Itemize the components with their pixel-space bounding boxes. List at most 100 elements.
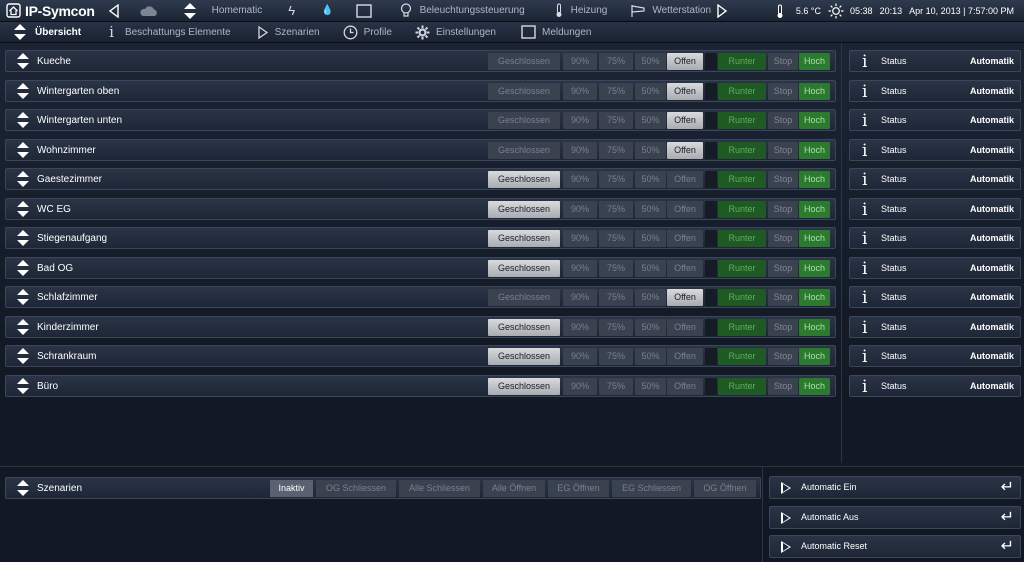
shade-p50-button[interactable]: 50%	[635, 377, 666, 395]
shade-open-button[interactable]: Offen	[667, 112, 703, 129]
forward-button[interactable]	[716, 0, 728, 22]
shade-p75-button[interactable]: 75%	[599, 289, 633, 306]
homematic-button[interactable]: Homematic	[182, 0, 262, 22]
shade-open-button[interactable]: Offen	[667, 82, 703, 100]
shade-p90-button[interactable]: 90%	[563, 230, 597, 247]
shade-p50-button[interactable]: 50%	[635, 259, 666, 277]
shade-open-button[interactable]: Offen	[667, 171, 703, 188]
scenario-button[interactable]: Inaktiv	[270, 480, 313, 497]
shade-down-button[interactable]: Runter	[718, 82, 766, 100]
drops-button[interactable]: 💧	[321, 0, 333, 22]
home-button[interactable]: IP-Symcon	[6, 0, 95, 22]
shade-stop-button[interactable]: Stop	[768, 318, 798, 336]
shade-open-button[interactable]: Offen	[667, 230, 703, 247]
shade-stop-button[interactable]: Stop	[768, 200, 798, 218]
shade-p75-button[interactable]: 75%	[599, 53, 633, 70]
tab-settings[interactable]: Einstellungen	[415, 22, 496, 43]
shade-p50-button[interactable]: 50%	[635, 318, 666, 336]
heating-button[interactable]: Heizung	[555, 0, 607, 22]
tab-overview[interactable]: Übersicht	[12, 22, 81, 43]
tab-scenarios[interactable]: Szenarien	[257, 22, 320, 43]
shade-stop-button[interactable]: Stop	[768, 82, 798, 100]
shade-closed-button[interactable]: Geschlossen	[488, 200, 560, 218]
automatic-button[interactable]: Automatic Aus ↵	[769, 505, 1021, 529]
shade-up-button[interactable]: Hoch	[799, 200, 830, 218]
shade-stop-button[interactable]: Stop	[768, 348, 798, 365]
shade-open-button[interactable]: Offen	[667, 377, 703, 395]
shade-down-button[interactable]: Runter	[718, 141, 766, 159]
shade-up-button[interactable]: Hoch	[799, 259, 830, 277]
shade-down-button[interactable]: Runter	[718, 289, 766, 306]
shade-open-button[interactable]: Offen	[667, 141, 703, 159]
weather-station-button[interactable]: Wetterstation	[630, 0, 711, 22]
updown-arrows-icon[interactable]	[15, 376, 31, 396]
shade-up-button[interactable]: Hoch	[799, 289, 830, 306]
shade-p50-button[interactable]: 50%	[635, 289, 666, 306]
shade-down-button[interactable]: Runter	[718, 112, 766, 129]
shade-open-button[interactable]: Offen	[667, 289, 703, 306]
shade-p90-button[interactable]: 90%	[563, 318, 597, 336]
shade-up-button[interactable]: Hoch	[799, 318, 830, 336]
shade-up-button[interactable]: Hoch	[799, 171, 830, 188]
updown-arrows-icon[interactable]	[15, 199, 31, 219]
shade-p90-button[interactable]: 90%	[563, 53, 597, 70]
shade-p90-button[interactable]: 90%	[563, 112, 597, 129]
shade-p90-button[interactable]: 90%	[563, 259, 597, 277]
shade-stop-button[interactable]: Stop	[768, 112, 798, 129]
shade-down-button[interactable]: Runter	[718, 230, 766, 247]
shade-stop-button[interactable]: Stop	[768, 259, 798, 277]
shade-p75-button[interactable]: 75%	[599, 112, 633, 129]
shade-open-button[interactable]: Offen	[667, 200, 703, 218]
shade-closed-button[interactable]: Geschlossen	[488, 289, 560, 306]
scenario-button[interactable]: OG Schliessen	[316, 480, 396, 497]
shade-closed-button[interactable]: Geschlossen	[488, 259, 560, 277]
scenario-button[interactable]: EG Öffnen	[548, 480, 609, 497]
shade-stop-button[interactable]: Stop	[768, 141, 798, 159]
updown-arrows-icon[interactable]	[15, 317, 31, 337]
shade-up-button[interactable]: Hoch	[799, 230, 830, 247]
shade-p50-button[interactable]: 50%	[635, 112, 666, 129]
tab-shading-elements[interactable]: i Beschattungs Elemente	[109, 22, 230, 43]
shade-p50-button[interactable]: 50%	[635, 141, 666, 159]
shade-p75-button[interactable]: 75%	[599, 200, 633, 218]
shade-p75-button[interactable]: 75%	[599, 230, 633, 247]
back-button[interactable]	[108, 0, 120, 22]
shade-closed-button[interactable]: Geschlossen	[488, 112, 560, 129]
updown-arrows-icon[interactable]	[15, 169, 31, 189]
shade-down-button[interactable]: Runter	[718, 200, 766, 218]
shade-up-button[interactable]: Hoch	[799, 112, 830, 129]
shade-p50-button[interactable]: 50%	[635, 348, 666, 365]
scenario-button[interactable]: EG Schliessen	[612, 480, 691, 497]
tab-profiles[interactable]: Profile	[343, 22, 392, 43]
shade-up-button[interactable]: Hoch	[799, 82, 830, 100]
shade-stop-button[interactable]: Stop	[768, 171, 798, 188]
shade-down-button[interactable]: Runter	[718, 318, 766, 336]
shade-p75-button[interactable]: 75%	[599, 318, 633, 336]
shade-down-button[interactable]: Runter	[718, 259, 766, 277]
shade-closed-button[interactable]: Geschlossen	[488, 141, 560, 159]
updown-arrows-icon[interactable]	[15, 110, 31, 130]
updown-arrows-icon[interactable]	[15, 81, 31, 101]
window-button[interactable]	[355, 0, 372, 22]
shade-down-button[interactable]: Runter	[718, 53, 766, 70]
shade-p50-button[interactable]: 50%	[635, 230, 666, 247]
shade-closed-button[interactable]: Geschlossen	[488, 82, 560, 100]
shade-closed-button[interactable]: Geschlossen	[488, 171, 560, 188]
updown-arrows-icon[interactable]	[15, 346, 31, 366]
shade-p75-button[interactable]: 75%	[599, 259, 633, 277]
shade-open-button[interactable]: Offen	[667, 259, 703, 277]
shade-p50-button[interactable]: 50%	[635, 53, 666, 70]
shade-closed-button[interactable]: Geschlossen	[488, 348, 560, 365]
scenario-button[interactable]: Alle Schliessen	[399, 480, 480, 497]
shade-up-button[interactable]: Hoch	[799, 348, 830, 365]
shade-closed-button[interactable]: Geschlossen	[488, 318, 560, 336]
shade-p50-button[interactable]: 50%	[635, 171, 666, 188]
scenario-button[interactable]: OG Öffnen	[694, 480, 756, 497]
shade-stop-button[interactable]: Stop	[768, 230, 798, 247]
shade-p90-button[interactable]: 90%	[563, 348, 597, 365]
shade-open-button[interactable]: Offen	[667, 53, 703, 70]
shade-stop-button[interactable]: Stop	[768, 377, 798, 395]
shade-closed-button[interactable]: Geschlossen	[488, 377, 560, 395]
lighting-control-button[interactable]: Beleuchtungssteuerung	[400, 0, 525, 22]
shade-stop-button[interactable]: Stop	[768, 53, 798, 70]
